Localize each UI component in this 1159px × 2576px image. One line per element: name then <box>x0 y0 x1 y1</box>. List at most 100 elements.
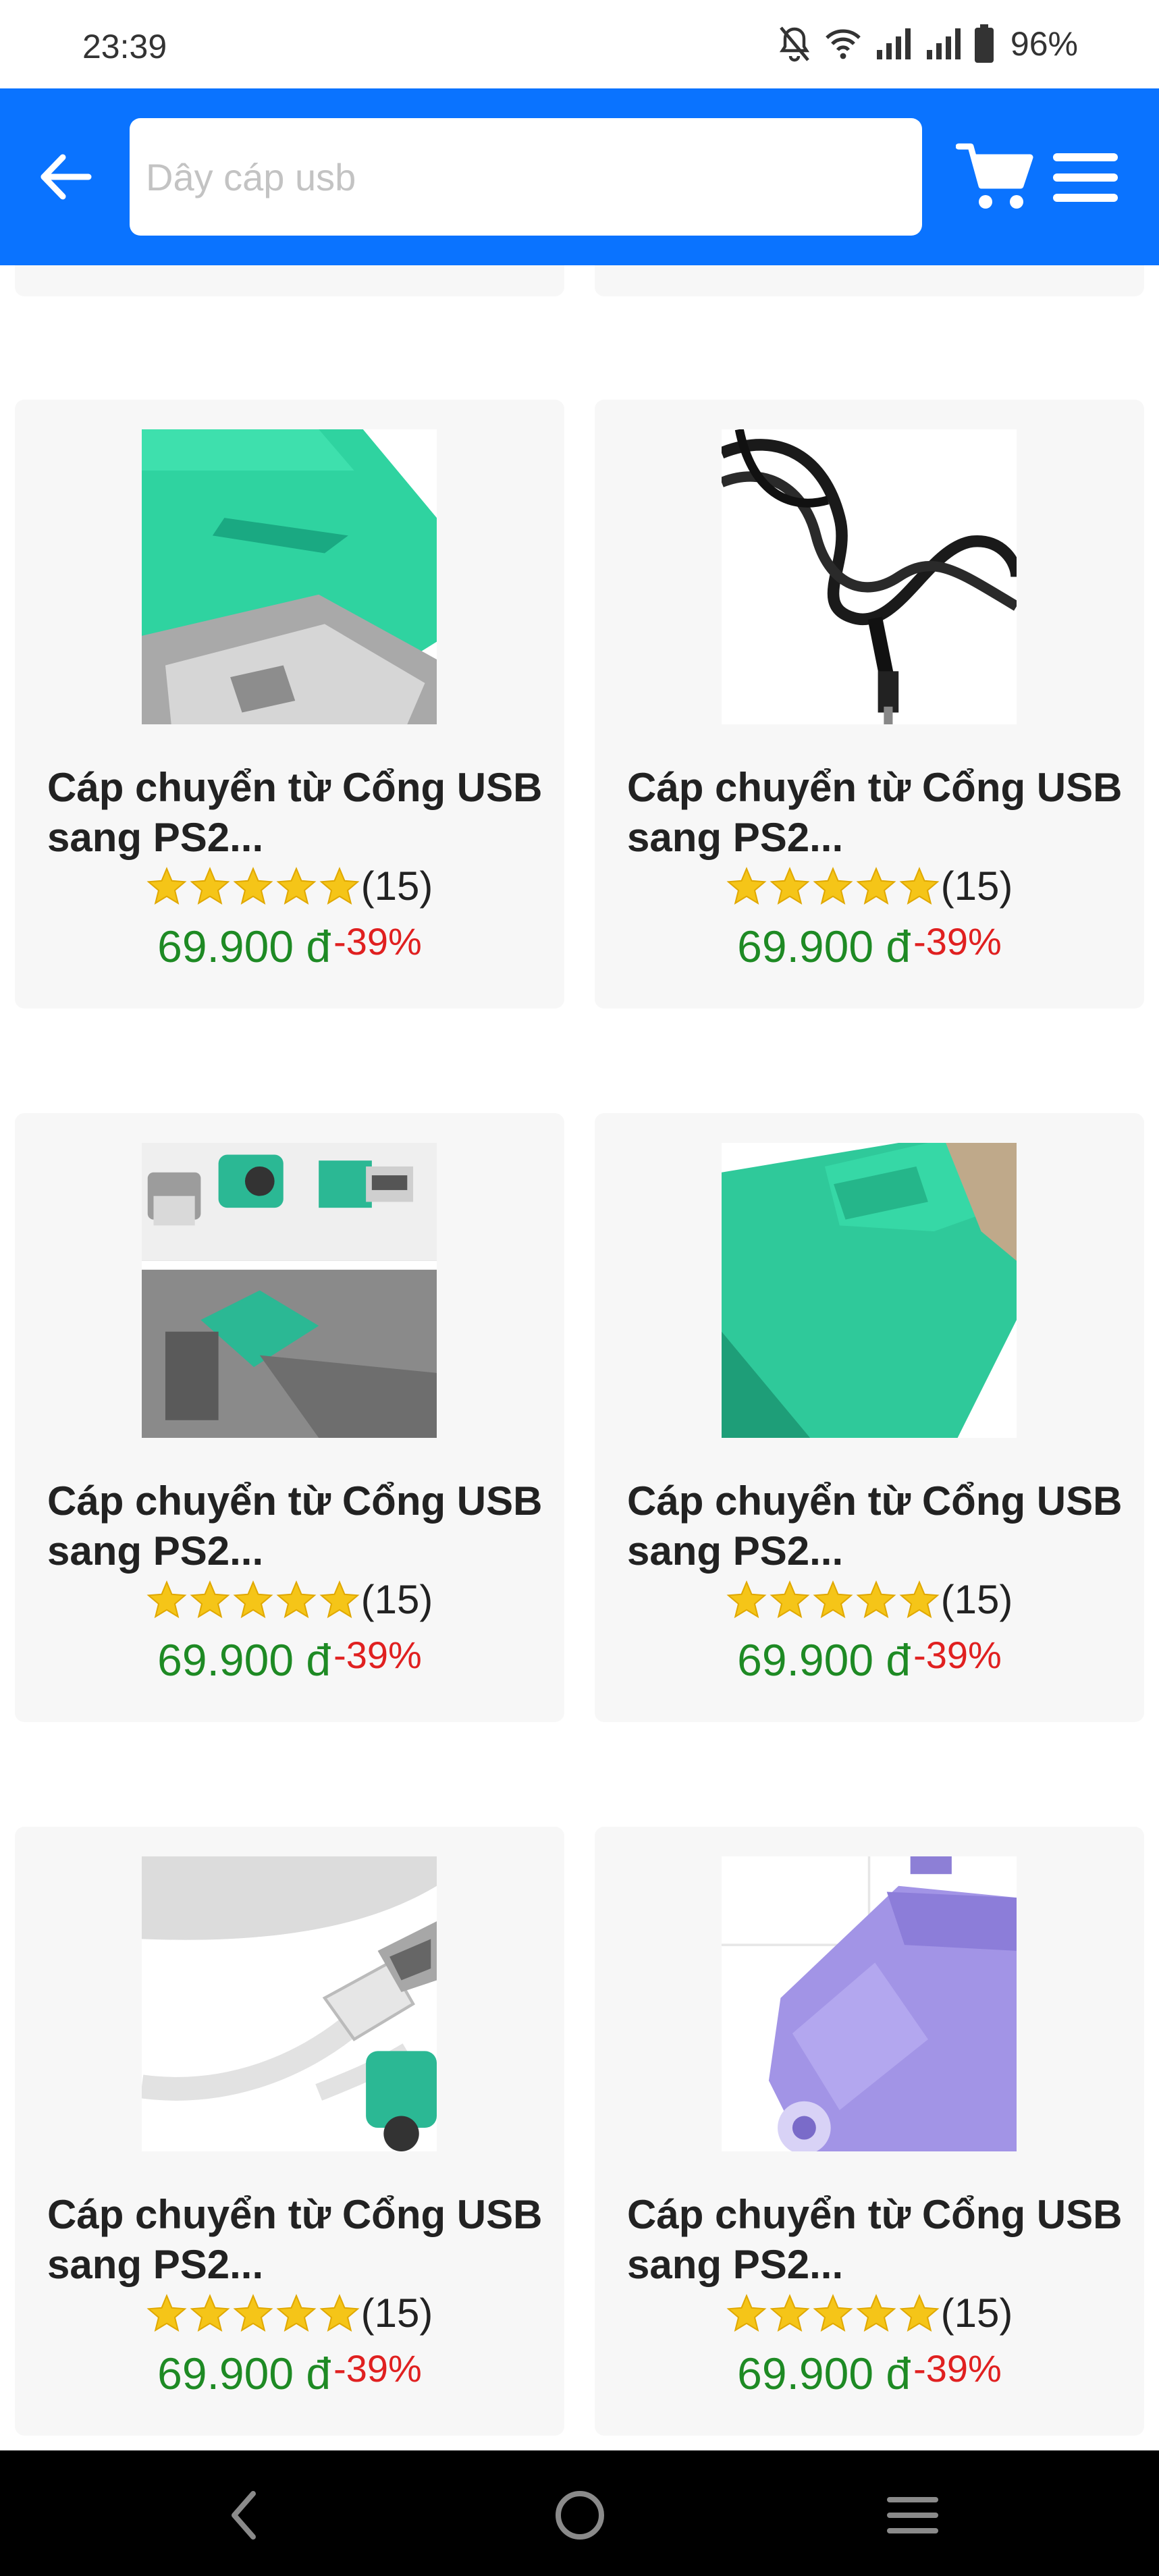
product-card[interactable]: Cáp chuyển từ Cổng USB sang PS2... (15) … <box>15 1827 564 2436</box>
price-row: 69.900 đ -39% <box>15 920 564 972</box>
rating-count: (15) <box>360 2290 433 2336</box>
product-image <box>722 429 1017 724</box>
discount-badge: -39% <box>913 920 1002 963</box>
price-row: 69.900 đ -39% <box>595 920 1144 972</box>
product-card[interactable]: Cáp chuyển từ Cổng USB sang PS2... (15) … <box>15 400 564 1009</box>
rating-count: (15) <box>940 863 1013 909</box>
discount-badge: -39% <box>333 1634 422 1676</box>
product-price: 69.900 đ <box>737 921 911 971</box>
star-icon <box>233 2293 273 2332</box>
star-icon <box>856 866 896 905</box>
star-icon <box>770 866 810 905</box>
star-icon <box>233 866 273 905</box>
star-icon <box>726 866 767 905</box>
system-nav-bar <box>0 2450 1159 2576</box>
nav-home-button[interactable] <box>546 2483 614 2548</box>
discount-badge: -39% <box>333 920 422 963</box>
star-icon <box>319 1580 360 1618</box>
product-title: Cáp chuyển từ Cổng USB sang PS2... <box>627 765 1123 860</box>
product-title: Cáp chuyển từ Cổng USB sang PS2... <box>627 2192 1123 2287</box>
product-card-partial[interactable] <box>595 265 1144 296</box>
star-icon <box>190 2293 230 2332</box>
app-header <box>0 88 1159 265</box>
discount-badge: -39% <box>913 1634 1002 1676</box>
product-image <box>722 1856 1017 2151</box>
arrow-left-icon <box>41 154 92 200</box>
product-rating: (15) <box>15 2290 564 2336</box>
star-icon <box>899 2293 940 2332</box>
product-image <box>142 1143 437 1438</box>
search-input[interactable] <box>130 118 922 236</box>
product-price: 69.900 đ <box>737 2349 911 2398</box>
rating-count: (15) <box>940 2290 1013 2336</box>
product-image <box>142 429 437 724</box>
product-card[interactable]: Cáp chuyển từ Cổng USB sang PS2... (15) … <box>595 400 1144 1009</box>
nav-back-button[interactable] <box>210 2483 277 2548</box>
battery-icon <box>974 24 994 63</box>
star-icon <box>770 2293 810 2332</box>
star-rating <box>726 866 940 907</box>
status-icons: 96% <box>777 23 1078 65</box>
star-icon <box>726 1580 767 1618</box>
star-icon <box>899 866 940 905</box>
hamburger-menu-icon <box>1053 153 1118 202</box>
wifi-icon <box>824 27 862 61</box>
product-title: Cáp chuyển từ Cổng USB sang PS2... <box>47 2192 543 2287</box>
product-card[interactable]: Cáp chuyển từ Cổng USB sang PS2... (15) … <box>15 1113 564 1722</box>
star-icon <box>146 866 187 905</box>
signal-icon <box>874 27 912 61</box>
star-icon <box>856 2293 896 2332</box>
product-price: 69.900 đ <box>157 1635 331 1685</box>
status-time: 23:39 <box>82 28 167 65</box>
product-title: Cáp chuyển từ Cổng USB sang PS2... <box>47 765 543 860</box>
star-icon <box>813 1580 853 1618</box>
product-rating: (15) <box>595 2290 1144 2336</box>
star-rating <box>726 2293 940 2334</box>
star-icon <box>146 1580 187 1618</box>
discount-badge: -39% <box>913 2347 1002 2390</box>
star-icon <box>276 2293 317 2332</box>
menu-button[interactable] <box>1050 148 1121 207</box>
star-icon <box>813 866 853 905</box>
star-rating <box>146 2293 360 2334</box>
product-image <box>722 1143 1017 1438</box>
status-bar: 23:39 96% <box>0 0 1159 88</box>
price-row: 69.900 đ -39% <box>15 2347 564 2399</box>
star-rating <box>726 1580 940 1620</box>
back-button[interactable] <box>35 146 96 207</box>
price-row: 69.900 đ -39% <box>595 1634 1144 1686</box>
cart-icon <box>955 143 1033 209</box>
star-icon <box>276 1580 317 1618</box>
star-rating <box>146 866 360 907</box>
nav-recents-button[interactable] <box>879 2483 946 2548</box>
product-title: Cáp chuyển từ Cổng USB sang PS2... <box>47 1478 543 1574</box>
product-card-partial[interactable] <box>15 265 564 296</box>
product-rating: (15) <box>15 1576 564 1623</box>
battery-percent: 96% <box>1010 25 1078 63</box>
star-icon <box>319 2293 360 2332</box>
cart-button[interactable] <box>955 140 1034 214</box>
nav-back-icon <box>232 2491 256 2540</box>
product-card[interactable]: Cáp chuyển từ Cổng USB sang PS2... (15) … <box>595 1827 1144 2436</box>
star-icon <box>233 1580 273 1618</box>
price-row: 69.900 đ -39% <box>15 1634 564 1686</box>
discount-badge: -39% <box>333 2347 422 2390</box>
product-card[interactable]: Cáp chuyển từ Cổng USB sang PS2... (15) … <box>595 1113 1144 1722</box>
product-rating: (15) <box>15 863 564 909</box>
star-icon <box>146 2293 187 2332</box>
star-icon <box>856 1580 896 1618</box>
rating-count: (15) <box>360 863 433 909</box>
star-icon <box>190 866 230 905</box>
rating-count: (15) <box>940 1577 1013 1622</box>
product-image <box>142 1856 437 2151</box>
star-icon <box>726 2293 767 2332</box>
star-icon <box>190 1580 230 1618</box>
rating-count: (15) <box>360 1577 433 1622</box>
product-rating: (15) <box>595 863 1144 909</box>
product-price: 69.900 đ <box>157 2349 331 2398</box>
app-screen: 23:39 96% Dây cáp usb Cáp chuyển từ Cổng… <box>0 0 1159 2576</box>
star-icon <box>899 1580 940 1618</box>
star-icon <box>276 866 317 905</box>
signal-icon <box>924 27 962 61</box>
star-icon <box>813 2293 853 2332</box>
